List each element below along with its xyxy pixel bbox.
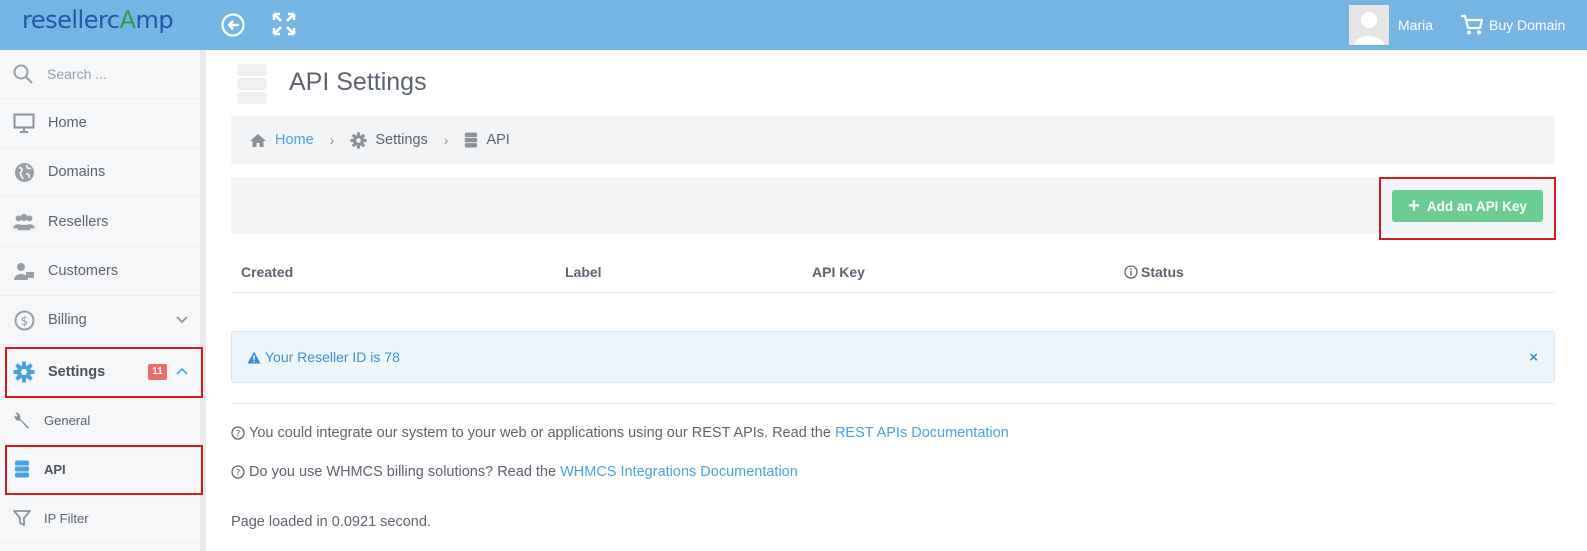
sidebar-item-resellers[interactable]: Resellers xyxy=(0,198,200,247)
user-card-icon xyxy=(13,260,35,282)
globe-icon xyxy=(13,161,35,183)
svg-text:$: $ xyxy=(20,314,28,328)
whmcs-docs-link[interactable]: WHMCS Integrations Documentation xyxy=(560,464,798,480)
sidebar-item-label: IP Filter xyxy=(44,510,89,526)
main-content: API Settings Home › Settings › API Creat… xyxy=(206,50,1587,551)
buy-domain-link[interactable]: Buy Domain xyxy=(1460,14,1565,36)
sidebar-subitem-general[interactable]: General xyxy=(0,396,200,445)
svg-text:?: ? xyxy=(236,469,241,479)
dollar-circle-icon: $ xyxy=(13,309,35,331)
sidebar-item-label: Billing xyxy=(48,312,87,328)
column-header-label[interactable]: Label xyxy=(565,264,602,280)
column-header-status-label: Status xyxy=(1141,264,1184,280)
close-icon[interactable]: × xyxy=(1529,349,1538,366)
top-bar: resellercAmp Maria Buy Domain xyxy=(0,0,1587,50)
buy-domain-label: Buy Domain xyxy=(1489,17,1566,33)
filter-icon xyxy=(13,509,31,527)
whmcs-info-text: Do you use WHMCS billing solutions? Read… xyxy=(249,464,557,480)
logo[interactable]: resellercAmp xyxy=(22,6,174,34)
warning-icon xyxy=(247,351,261,363)
logo-text-part: resellerc xyxy=(22,6,120,34)
wrench-icon xyxy=(13,411,31,429)
info-icon xyxy=(1124,265,1138,279)
column-header-status[interactable]: Status xyxy=(1124,264,1184,280)
avatar[interactable] xyxy=(1349,5,1389,45)
help-icon: ? xyxy=(231,426,245,440)
toolbar xyxy=(231,177,1555,234)
logo-text-end: mp xyxy=(135,6,174,34)
highlight-box-settings xyxy=(5,347,203,398)
divider xyxy=(231,403,1555,404)
fullscreen-icon[interactable] xyxy=(272,12,298,38)
whmcs-info: ? Do you use WHMCS billing solutions? Re… xyxy=(231,464,798,480)
sidebar-subitem-ip-filter[interactable]: IP Filter xyxy=(0,494,200,543)
breadcrumb-settings-label: Settings xyxy=(375,132,428,148)
home-icon xyxy=(250,133,266,147)
highlight-box-add-button xyxy=(1379,177,1556,240)
gear-icon xyxy=(350,131,367,149)
monitor-icon xyxy=(13,112,35,134)
breadcrumb-home[interactable]: Home xyxy=(249,132,314,148)
users-group-icon xyxy=(13,211,35,233)
server-icon xyxy=(465,132,478,148)
search-icon xyxy=(13,64,33,84)
rest-api-info-text: You could integrate our system to your w… xyxy=(249,425,831,441)
breadcrumb-api: API xyxy=(464,132,510,148)
breadcrumb-api-label: API xyxy=(486,132,510,148)
sidebar-item-home[interactable]: Home xyxy=(0,99,200,148)
page-load-time: Page loaded in 0.0921 second. xyxy=(231,514,431,530)
sidebar-item-label: General xyxy=(44,412,91,428)
sidebar-item-label: Resellers xyxy=(48,214,109,230)
rest-api-docs-link[interactable]: REST APIs Documentation xyxy=(835,425,1009,441)
sidebar-item-label: Customers xyxy=(48,263,119,279)
sidebar-item-billing[interactable]: $ Billing xyxy=(0,296,200,345)
svg-text:?: ? xyxy=(236,430,241,440)
back-icon[interactable] xyxy=(220,12,246,38)
logo-text-accent: A xyxy=(119,6,136,34)
breadcrumb-separator: › xyxy=(329,132,335,148)
sidebar-item-customers[interactable]: Customers xyxy=(0,247,200,296)
column-header-api-key[interactable]: API Key xyxy=(812,264,865,280)
page-server-icon xyxy=(236,62,268,111)
user-name[interactable]: Maria xyxy=(1398,17,1433,33)
column-header-created[interactable]: Created xyxy=(241,264,293,280)
api-keys-table-header: Created Label API Key Status xyxy=(231,250,1555,293)
breadcrumb-settings[interactable]: Settings xyxy=(350,131,428,149)
sidebar-item-label: Home xyxy=(48,115,87,131)
sidebar-item-label: Domains xyxy=(48,164,106,180)
help-icon: ? xyxy=(231,465,245,479)
chevron-down-icon[interactable] xyxy=(176,316,188,324)
page-title: API Settings xyxy=(289,68,427,96)
sidebar-item-domains[interactable]: Domains xyxy=(0,148,200,197)
breadcrumb: Home › Settings › API xyxy=(231,116,1555,164)
breadcrumb-separator: › xyxy=(443,132,449,148)
sidebar-search[interactable]: Search ... xyxy=(0,50,200,99)
breadcrumb-home-label: Home xyxy=(275,132,314,148)
reseller-id-alert: Your Reseller ID is 78 × xyxy=(231,331,1555,383)
search-input[interactable]: Search ... xyxy=(47,66,107,82)
alert-text: Your Reseller ID is 78 xyxy=(265,349,400,365)
highlight-box-api xyxy=(5,445,203,495)
rest-api-info: ? You could integrate our system to your… xyxy=(231,425,1009,441)
cart-icon xyxy=(1461,14,1484,35)
